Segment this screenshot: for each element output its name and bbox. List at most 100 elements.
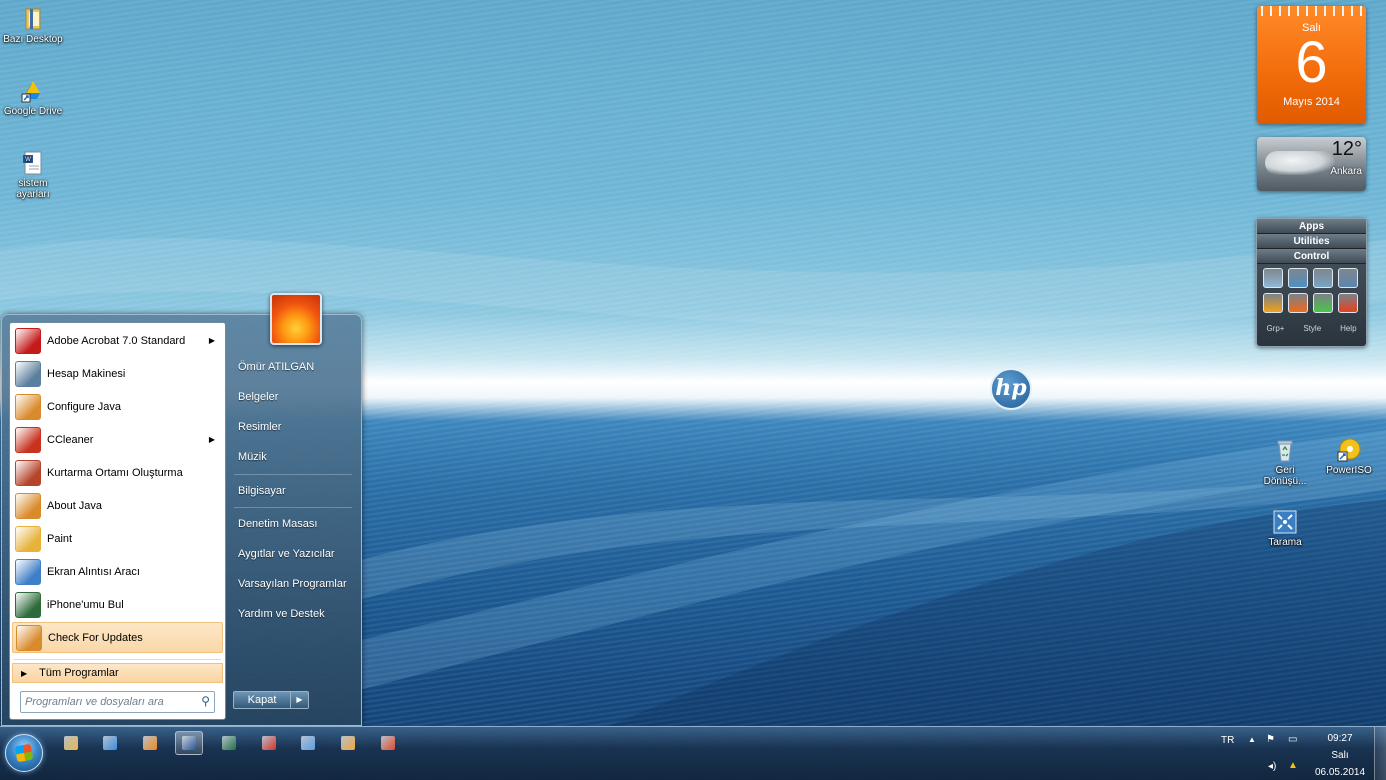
- dock-tab-control[interactable]: Control: [1257, 249, 1366, 264]
- program-item[interactable]: About Java: [12, 490, 223, 521]
- clock-date: 06.05.2014: [1314, 767, 1366, 778]
- poweriso-icon: [1337, 438, 1361, 462]
- desktop-icon-tarama[interactable]: Tarama: [1252, 509, 1318, 548]
- taskbar-button[interactable]: [255, 731, 283, 755]
- taskbar-button[interactable]: [57, 731, 85, 755]
- shutdown-options-arrow-icon[interactable]: ▶: [291, 691, 309, 709]
- cloud-icon: [1265, 151, 1335, 175]
- network-icon[interactable]: [1338, 268, 1358, 288]
- desktop-icon-label: sistem ayarları: [16, 178, 50, 200]
- start-menu-item-user-folder[interactable]: Ömür ATILGAN: [228, 354, 356, 380]
- program-label: About Java: [47, 499, 103, 512]
- program-item[interactable]: Configure Java: [12, 391, 223, 422]
- desktop-icon-poweriso[interactable]: PowerISO: [1316, 437, 1382, 476]
- dock-help-button[interactable]: Help: [1340, 324, 1356, 333]
- show-hidden-icons-icon[interactable]: ▲: [1248, 735, 1256, 744]
- taskbar-button[interactable]: [175, 731, 203, 755]
- paint-icon: [15, 525, 41, 552]
- media-player-icon: [143, 736, 157, 750]
- taskbar-button[interactable]: [374, 731, 402, 755]
- program-label: Ekran Alıntısı Aracı: [47, 565, 140, 578]
- action-center-flag-icon[interactable]: ⚑: [1266, 734, 1275, 745]
- google-drive-tray-icon[interactable]: ▲: [1288, 760, 1298, 771]
- internet-explorer-icon: [103, 736, 117, 750]
- display-icon[interactable]: [1313, 268, 1333, 288]
- taskbar-button[interactable]: [136, 731, 164, 755]
- calendar-month-year: Mayıs 2014: [1283, 96, 1340, 108]
- shutdown-button[interactable]: Kapat: [233, 691, 291, 709]
- start-menu-item-computer[interactable]: Bilgisayar: [228, 478, 356, 504]
- search-input[interactable]: Programları ve dosyaları ara ⚲: [20, 691, 215, 713]
- word-icon: [182, 736, 196, 750]
- taskbar-button[interactable]: [294, 731, 322, 755]
- dock-style-button[interactable]: Style: [1303, 324, 1321, 333]
- program-item[interactable]: Paint: [12, 523, 223, 554]
- places-divider: [234, 507, 352, 508]
- desktop-icon-google-drive[interactable]: Google Drive: [0, 78, 66, 117]
- desktop-icon-sistem-ayarlari[interactable]: W sistem ayarları: [0, 150, 66, 200]
- start-menu-item-control-panel[interactable]: Denetim Masası: [228, 511, 356, 537]
- word-document-icon: W: [23, 151, 42, 175]
- program-label: Kurtarma Ortamı Oluşturma: [47, 466, 183, 479]
- dock-grp-button[interactable]: Grp+: [1266, 324, 1284, 333]
- sleep-icon[interactable]: [1313, 293, 1333, 313]
- start-menu-item-default-programs[interactable]: Varsayılan Programlar: [228, 571, 356, 597]
- program-item[interactable]: CCleaner ▶: [12, 424, 223, 455]
- program-item[interactable]: Check For Updates: [12, 622, 223, 653]
- snipping-tool-icon: [15, 558, 41, 585]
- program-item[interactable]: Kurtarma Ortamı Oluşturma: [12, 457, 223, 488]
- windows-logo-icon: [14, 743, 34, 763]
- desktop-icon-label: PowerISO: [1326, 465, 1372, 476]
- java-icon: [16, 624, 42, 651]
- language-indicator[interactable]: TR: [1221, 735, 1234, 746]
- network-icon[interactable]: ▭: [1288, 734, 1297, 745]
- dock-tab-utilities[interactable]: Utilities: [1257, 234, 1366, 249]
- clock[interactable]: 09:27 Salı 06.05.2014: [1314, 730, 1366, 780]
- desktop-icon-label: Bazı Desktop: [3, 34, 63, 45]
- outlook-icon: [341, 736, 355, 750]
- program-item[interactable]: Ekran Alıntısı Aracı: [12, 556, 223, 587]
- hp-logo: hp: [990, 368, 1032, 410]
- power-icon[interactable]: [1288, 293, 1308, 313]
- submenu-arrow-icon: ▶: [208, 435, 215, 444]
- recovery-icon: [15, 459, 41, 486]
- taskbar-button[interactable]: [334, 731, 362, 755]
- program-item[interactable]: iPhone'umu Bul: [12, 589, 223, 620]
- find-iphone-icon: [15, 591, 41, 618]
- program-label: CCleaner: [47, 433, 94, 446]
- lock-icon[interactable]: [1263, 293, 1283, 313]
- drive-icon[interactable]: [1288, 268, 1308, 288]
- start-button[interactable]: [5, 734, 43, 772]
- taskbar: TR ▲ ⚑ ▭ ◂) ▲ 09:27 Salı 06.05.2014: [0, 726, 1386, 780]
- program-item[interactable]: Hesap Makinesi: [12, 358, 223, 389]
- start-menu-item-pictures[interactable]: Resimler: [228, 414, 356, 440]
- start-menu-item-documents[interactable]: Belgeler: [228, 384, 356, 410]
- google-drive-icon: [21, 81, 40, 103]
- all-programs-button[interactable]: ▶ Tüm Programlar: [12, 663, 223, 683]
- start-menu-item-music[interactable]: Müzik: [228, 444, 356, 470]
- start-menu-item-help-support[interactable]: Yardım ve Destek: [228, 601, 356, 627]
- volume-icon[interactable]: ◂): [1268, 761, 1276, 772]
- taskbar-button[interactable]: [215, 731, 243, 755]
- start-menu-programs-pane: Adobe Acrobat 7.0 Standard ▶ Hesap Makines…: [9, 322, 226, 720]
- recycle-icon[interactable]: [1263, 268, 1283, 288]
- program-label: Configure Java: [47, 400, 121, 413]
- shutdown-icon[interactable]: [1338, 293, 1358, 313]
- calendar-gadget[interactable]: Salı 6 Mayıs 2014: [1257, 6, 1366, 124]
- dock-gadget: Apps Utilities Control Grp+ Style Help: [1256, 218, 1367, 347]
- program-label: Paint: [47, 532, 73, 545]
- program-item[interactable]: Adobe Acrobat 7.0 Standard ▶: [12, 325, 223, 356]
- dock-tab-apps[interactable]: Apps: [1257, 219, 1366, 234]
- desktop-icon-recycle-bin[interactable]: Geri Dönüşü...: [1252, 437, 1318, 487]
- desktop-icon-bazi-desktop[interactable]: Bazı Desktop: [0, 6, 66, 45]
- weather-gadget[interactable]: 12° Ankara: [1257, 137, 1366, 191]
- taskbar-button[interactable]: [96, 731, 124, 755]
- chrome-icon: [381, 736, 395, 750]
- show-desktop-button[interactable]: [1374, 727, 1386, 780]
- program-label: Adobe Acrobat 7.0 Standard: [47, 334, 186, 347]
- search-icon[interactable]: ⚲: [201, 694, 210, 708]
- user-avatar[interactable]: [270, 293, 322, 345]
- java-icon: [15, 393, 41, 420]
- search-placeholder: Programları ve dosyaları ara: [25, 696, 164, 708]
- start-menu-item-devices-printers[interactable]: Aygıtlar ve Yazıcılar: [228, 541, 356, 567]
